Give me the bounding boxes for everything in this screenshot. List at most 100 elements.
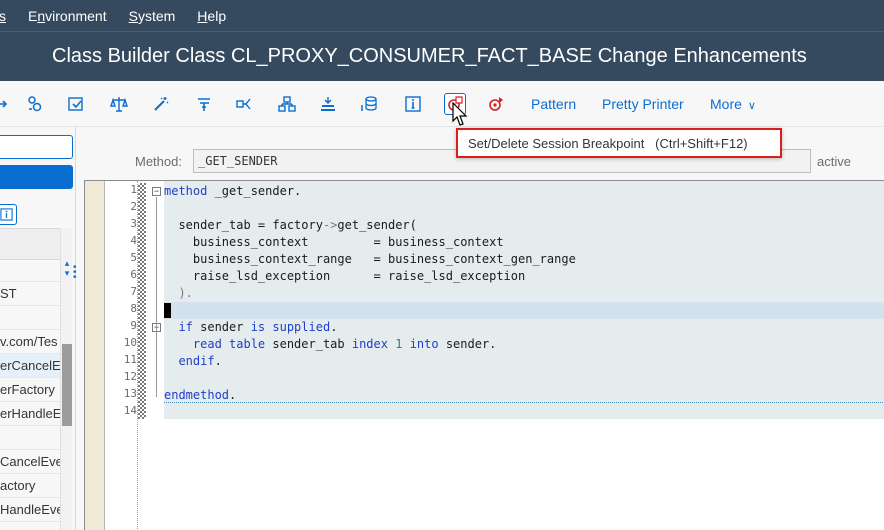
code-token: sender — [192, 320, 251, 334]
code-line[interactable]: business_context = business_context — [164, 234, 884, 251]
list-item[interactable]: erCancelE — [0, 354, 60, 378]
title-bar: Class Builder Class CL_PROXY_CONSUMER_FA… — [0, 31, 884, 81]
code-keyword: endmethod — [164, 388, 230, 402]
info-icon[interactable] — [402, 93, 424, 115]
text-caret — [164, 303, 171, 318]
code-line[interactable]: endif. — [164, 353, 884, 370]
code-line[interactable] — [164, 370, 884, 387]
line-number: 2 — [130, 200, 137, 213]
list-item[interactable] — [0, 426, 60, 450]
list-item[interactable] — [0, 258, 60, 282]
menu-item-system[interactable]: System — [129, 8, 176, 24]
line-number: 3 — [130, 217, 137, 230]
external-breakpoint-icon[interactable] — [485, 93, 507, 115]
application-toolbar: Pattern Pretty Printer More ∨ — [0, 81, 884, 127]
code-line[interactable]: read table sender_tab index 1 into sende… — [164, 336, 884, 353]
balance-icon[interactable] — [108, 93, 130, 115]
code-token: sender. — [438, 337, 497, 351]
code-line[interactable] — [164, 200, 884, 217]
list-item[interactable]: actory — [0, 474, 60, 498]
code-token: raise_lsd_exception = raise_lsd_exceptio… — [164, 269, 526, 283]
hierarchy-icon[interactable] — [193, 93, 215, 115]
page-title: Class Builder Class CL_PROXY_CONSUMER_FA… — [52, 45, 807, 67]
menu-item-goto[interactable]: s — [0, 8, 6, 24]
object-search-input[interactable] — [0, 135, 73, 159]
line-number: 4 — [130, 234, 137, 247]
collapse-block-icon[interactable]: − — [152, 187, 161, 196]
code-keyword: is supplied — [250, 320, 331, 334]
line-number: 14 — [123, 404, 137, 417]
abap-code-editor[interactable]: 1 method _get_sender. −2 3 sender_tab = fac… — [84, 180, 884, 530]
line-number: 1 — [130, 183, 137, 196]
breakpoint-tooltip: Set/Delete Session Breakpoint (Ctrl+Shif… — [456, 128, 782, 158]
fold-guide — [156, 333, 157, 363]
code-token: sender_tab = factory — [164, 218, 323, 232]
code-token: business_context_range = business_contex… — [164, 252, 576, 266]
object-list-scrollbar[interactable]: ▴ ▾ — [60, 228, 72, 530]
code-token: -> — [322, 218, 338, 232]
menu-item-environment[interactable]: Environment — [28, 8, 107, 24]
list-item[interactable] — [0, 306, 60, 330]
object-type-select[interactable] — [0, 165, 73, 189]
sap-class-builder-window: s Environment System Help Class Builder … — [0, 0, 884, 530]
code-line[interactable]: sender_tab = factory->get_sender( — [164, 217, 884, 234]
database-icon[interactable] — [359, 93, 381, 115]
change-marker-column — [138, 183, 146, 419]
scrollbar-thumb[interactable] — [62, 344, 72, 426]
list-item[interactable]: ST — [0, 282, 60, 306]
structure-icon[interactable] — [276, 93, 298, 115]
code-keyword: read table — [192, 337, 266, 351]
code-line[interactable] — [164, 302, 884, 319]
objects-settings-icon[interactable] — [24, 93, 46, 115]
line-number: 6 — [130, 268, 137, 281]
info-icon[interactable] — [0, 204, 17, 225]
line-number: 11 — [123, 353, 137, 366]
object-list-pane: ST v.com/Tes erCancelE erFactory erHandleE Ca… — [0, 127, 76, 530]
code-token: _get_sender. — [207, 184, 302, 198]
pretty-printer-button[interactable]: Pretty Printer — [602, 96, 684, 112]
list-item[interactable]: erFactory — [0, 378, 60, 402]
code-keyword: endif — [178, 354, 215, 368]
code-token: sender_tab — [265, 337, 352, 351]
code-token: . — [229, 388, 237, 402]
code-keyword: method — [164, 184, 208, 198]
more-label: More — [710, 96, 742, 112]
code-keyword: index — [351, 337, 388, 351]
line-number: 10 — [123, 336, 137, 349]
line-number: 8 — [130, 302, 137, 315]
arrow-partial-icon[interactable] — [0, 93, 16, 115]
list-item[interactable]: erHandleE — [0, 402, 60, 426]
line-number: 7 — [130, 285, 137, 298]
code-line[interactable]: business_context_range = business_contex… — [164, 251, 884, 268]
code-token: . — [330, 320, 338, 334]
method-label: Method: — [135, 154, 182, 169]
code-line[interactable]: ). — [164, 285, 884, 302]
code-line[interactable]: raise_lsd_exception = raise_lsd_exceptio… — [164, 268, 884, 285]
code-line[interactable] — [164, 404, 884, 421]
code-line[interactable]: method _get_sender. — [164, 183, 884, 200]
chevron-down-icon: ∨ — [747, 100, 756, 112]
line-number: 13 — [123, 387, 137, 400]
object-list-header — [0, 228, 60, 260]
check-icon[interactable] — [65, 93, 87, 115]
more-button[interactable]: More ∨ — [710, 96, 756, 112]
magic-wand-icon[interactable] — [150, 93, 172, 115]
list-item[interactable]: CancelEve — [0, 450, 60, 474]
stack-icon[interactable] — [317, 93, 339, 115]
breakpoint-gutter[interactable] — [85, 181, 105, 530]
line-number: 5 — [130, 251, 137, 264]
where-used-icon[interactable] — [234, 93, 256, 115]
pattern-button[interactable]: Pattern — [531, 96, 576, 112]
list-item[interactable]: HandleEve — [0, 498, 60, 522]
status-text: active — [817, 154, 851, 169]
code-line[interactable]: if sender is supplied. — [164, 319, 884, 336]
list-item[interactable]: v.com/Tes — [0, 330, 60, 354]
pane-splitter[interactable]: • • • — [73, 263, 77, 283]
code-token: ). — [164, 286, 193, 300]
menu-item-help[interactable]: Help — [197, 8, 226, 24]
fold-guide — [156, 197, 157, 397]
scroll-arrows-icon[interactable]: ▴ ▾ — [62, 258, 72, 280]
